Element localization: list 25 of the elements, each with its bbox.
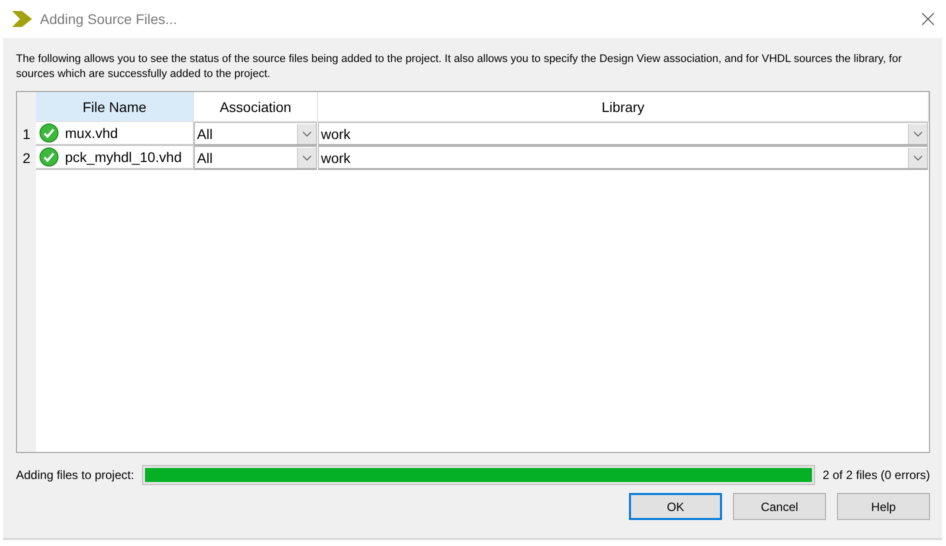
association-dropdown[interactable]: All <box>194 146 317 170</box>
caret-icon <box>302 154 312 160</box>
column-header[interactable]: Association <box>194 92 318 122</box>
dialog-button[interactable]: Cancel <box>733 493 826 520</box>
dialog-button[interactable]: OK <box>629 493 722 520</box>
association-dropdown[interactable]: All <box>194 122 317 146</box>
file-name: mux.vhd <box>65 125 118 141</box>
row-number: 2 <box>17 146 36 170</box>
progress-label: Adding files to project: <box>16 468 134 482</box>
caret-icon <box>913 130 923 136</box>
column-header[interactable]: Library <box>318 92 929 122</box>
caret-icon <box>302 130 312 136</box>
chevron-logo-icon <box>12 11 32 27</box>
row-header-gutter <box>17 92 36 122</box>
row-number: 1 <box>17 122 36 146</box>
dialog-button[interactable]: Help <box>837 493 930 520</box>
window-title: Adding Source Files... <box>40 11 178 27</box>
file-name: pck_myhdl_10.vhd <box>65 149 182 165</box>
description-text: The following allows you to see the status of the source files being added to the project. It also allows you to specify the Design View association, and for VHDL sources the library, for sources which are successfully added to the project. <box>16 52 903 82</box>
column-header[interactable]: File Name <box>36 92 194 122</box>
library-dropdown[interactable]: work <box>318 146 928 170</box>
library-dropdown[interactable]: work <box>318 122 928 146</box>
progress-reading: 2 of 2 files (0 errors) <box>822 468 930 482</box>
close-icon[interactable] <box>922 13 934 25</box>
caret-icon <box>913 154 923 160</box>
